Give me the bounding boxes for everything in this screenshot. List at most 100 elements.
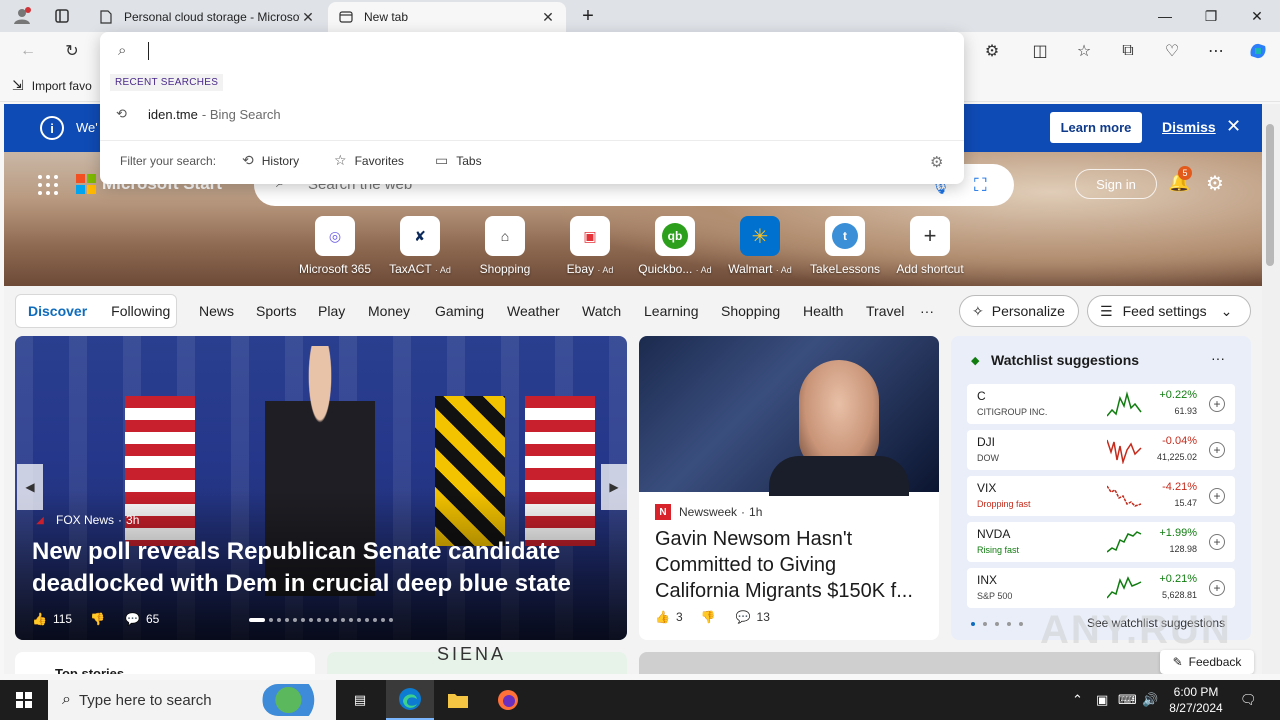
network-icon[interactable]: ▣ <box>1096 692 1108 708</box>
firefox-icon[interactable] <box>484 680 532 720</box>
personalize-button[interactable]: ✧ Personalize <box>959 295 1079 327</box>
sign-in-button[interactable]: Sign in <box>1075 169 1157 199</box>
carousel-next-button[interactable]: ▶ <box>601 464 627 510</box>
taskbar-search-box[interactable]: ⌕ Type here to search <box>48 680 336 720</box>
nav-gaming[interactable]: Gaming <box>435 303 484 319</box>
shortcut-takelessons[interactable]: t TakeLessons <box>805 216 885 276</box>
minimize-button[interactable]: — <box>1142 0 1188 32</box>
wifi-icon[interactable]: ⌨ <box>1118 692 1137 708</box>
like-icon[interactable]: 👍 <box>655 610 670 624</box>
watchlist-row[interactable]: INX S&P 500 +0.21% 5,628.81 + <box>967 568 1235 608</box>
shortcut-quickbooks[interactable]: qb Quickbo... · Ad <box>635 216 715 276</box>
window-close-button[interactable]: ✕ <box>1234 0 1280 32</box>
filter-favorites-button[interactable]: ☆ Favorites <box>334 152 404 169</box>
nav-money[interactable]: Money <box>368 303 410 319</box>
shortcut-shopping[interactable]: ⌂ Shopping <box>465 216 545 276</box>
page-scrollbar[interactable] <box>1262 104 1280 674</box>
close-icon[interactable]: ✕ <box>300 9 316 26</box>
visual-search-icon[interactable]: ⛶ <box>974 175 987 196</box>
side-story-card[interactable]: N Newsweek · 1h Gavin Newsom Hasn't Comm… <box>639 336 939 640</box>
comment-icon[interactable]: 💬 <box>736 610 751 624</box>
copilot-icon[interactable] <box>1244 37 1272 65</box>
add-to-watchlist-button[interactable]: + <box>1209 534 1225 550</box>
tab-onedrive[interactable]: Personal cloud storage - Microsoft ✕ <box>88 2 326 32</box>
nav-more-icon[interactable]: ··· <box>920 303 934 319</box>
carousel-prev-button[interactable]: ◀ <box>17 464 43 510</box>
recent-search-item[interactable]: ⟲ iden.tme - Bing Search <box>116 106 281 122</box>
tray-overflow-icon[interactable]: ⌃ <box>1072 692 1083 708</box>
nav-play[interactable]: Play <box>318 303 345 319</box>
refresh-icon[interactable]: ↻ <box>58 37 86 65</box>
shortcut-taxact[interactable]: ✘ TaxACT · Ad <box>380 216 460 276</box>
add-to-watchlist-button[interactable]: + <box>1209 442 1225 458</box>
nav-shopping[interactable]: Shopping <box>721 303 780 319</box>
tab-new-tab[interactable]: New tab ✕ <box>328 2 566 32</box>
new-tab-button[interactable]: + <box>576 0 600 32</box>
taskbar-clock[interactable]: 6:00 PM 8/27/2024 <box>1164 684 1228 716</box>
story-card[interactable]: SIENA <box>327 644 627 674</box>
back-icon[interactable]: ← <box>14 37 42 65</box>
feed-settings-button[interactable]: ☰ Feed settings ⌄ <box>1087 295 1251 327</box>
settings-icon[interactable]: ⚙ <box>1206 171 1224 196</box>
feedback-button[interactable]: ✎ Feedback <box>1160 650 1254 674</box>
top-stories-card[interactable]: Top stories <box>15 652 315 674</box>
shortcut-microsoft-365[interactable]: ◎ Microsoft 365 <box>295 216 375 276</box>
split-screen-icon[interactable]: ◫ <box>1026 37 1054 65</box>
extensions-icon[interactable]: ⚙ <box>978 37 1006 65</box>
add-to-watchlist-button[interactable]: + <box>1209 580 1225 596</box>
ticker-subtitle: DOW <box>977 453 999 463</box>
main-headline[interactable]: New poll reveals Republican Senate candi… <box>32 536 592 600</box>
import-favorites-button[interactable]: ⇲ Import favo <box>12 77 92 94</box>
add-to-watchlist-button[interactable]: + <box>1209 396 1225 412</box>
nav-learning[interactable]: Learning <box>644 303 699 319</box>
nav-news[interactable]: News <box>199 303 234 319</box>
nav-weather[interactable]: Weather <box>507 303 560 319</box>
shortcut-walmart[interactable]: ✳ Walmart · Ad <box>720 216 800 276</box>
filter-history-button[interactable]: ⟲ History <box>242 152 299 169</box>
main-story-card[interactable]: ◀ ▶ ◢ FOX News · 3h New poll reveals Rep… <box>15 336 627 640</box>
task-view-icon[interactable]: ▤ <box>336 680 384 720</box>
tab-actions-icon[interactable] <box>48 0 76 32</box>
start-button[interactable] <box>0 680 48 720</box>
collections-icon[interactable]: ⧉ <box>1114 37 1142 65</box>
search-settings-icon[interactable]: ⚙ <box>930 153 943 171</box>
add-to-watchlist-button[interactable]: + <box>1209 488 1225 504</box>
nav-sports[interactable]: Sports <box>256 303 296 319</box>
dismiss-link[interactable]: Dismiss <box>1162 119 1216 135</box>
file-explorer-icon[interactable] <box>434 680 482 720</box>
watchlist-row[interactable]: VIX Dropping fast -4.21% 15.47 + <box>967 476 1235 516</box>
edge-taskbar-icon[interactable] <box>386 680 434 720</box>
dislike-icon[interactable]: 👎 <box>701 610 716 624</box>
dislike-icon[interactable]: 👎 <box>90 612 105 626</box>
tab-discover[interactable]: Discover <box>16 303 99 319</box>
restore-button[interactable]: ❐ <box>1188 0 1234 32</box>
side-headline[interactable]: Gavin Newsom Hasn't Committed to Giving … <box>655 526 925 604</box>
profile-icon[interactable] <box>8 0 36 32</box>
notifications-icon[interactable]: 🔔 5 <box>1168 166 1192 193</box>
watchlist-row[interactable]: NVDA Rising fast +1.99% 128.98 + <box>967 522 1235 562</box>
tab-following[interactable]: Following <box>99 303 182 319</box>
app-launcher-icon[interactable] <box>38 175 58 195</box>
address-bar-input[interactable] <box>146 38 936 64</box>
learn-more-button[interactable]: Learn more <box>1050 112 1142 143</box>
volume-icon[interactable]: 🔊 <box>1142 692 1158 708</box>
notification-center-icon[interactable]: 🗨 <box>1240 692 1257 708</box>
more-menu-icon[interactable]: ⋯ <box>1202 37 1230 65</box>
like-icon[interactable]: 👍 <box>32 612 47 626</box>
nav-health[interactable]: Health <box>803 303 843 319</box>
nav-watch[interactable]: Watch <box>582 303 621 319</box>
favorites-icon[interactable]: ☆ <box>1070 37 1098 65</box>
watchlist-more-icon[interactable]: ··· <box>1211 350 1225 366</box>
browser-essentials-icon[interactable]: ♡ <box>1158 37 1186 65</box>
watchlist-row[interactable]: DJI DOW -0.04% 41,225.02 + <box>967 430 1235 470</box>
nav-travel[interactable]: Travel <box>866 303 904 319</box>
shortcut-ebay[interactable]: ▣ Ebay · Ad <box>550 216 630 276</box>
filter-tabs-button[interactable]: ▭ Tabs <box>435 152 482 169</box>
close-icon[interactable]: ✕ <box>1226 116 1241 137</box>
add-shortcut-button[interactable]: + Add shortcut <box>890 216 970 276</box>
close-icon[interactable]: ✕ <box>540 9 556 26</box>
windows-taskbar: ⌕ Type here to search ▤ ⌃ ▣ ⌨ 🔊 6:00 PM … <box>0 680 1280 720</box>
scrollbar-thumb[interactable] <box>1266 124 1274 266</box>
comment-icon[interactable]: 💬 <box>125 612 140 626</box>
watchlist-row[interactable]: C CITIGROUP INC. +0.22% 61.93 + <box>967 384 1235 424</box>
